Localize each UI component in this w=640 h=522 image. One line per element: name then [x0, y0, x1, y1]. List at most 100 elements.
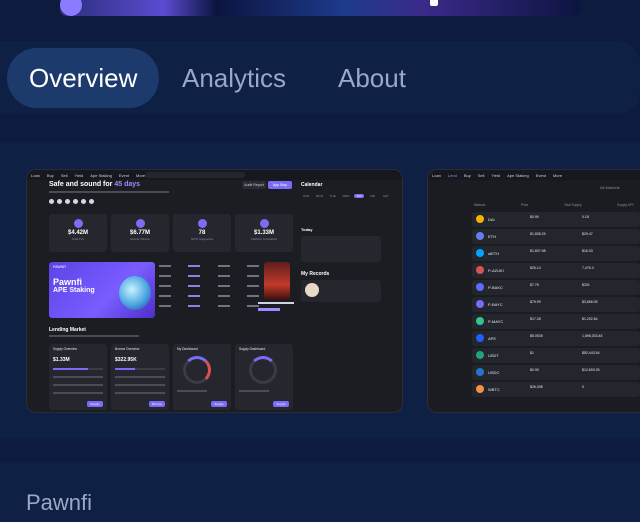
ape-illustration-icon — [119, 276, 151, 310]
stat-value: 78 — [198, 230, 206, 236]
screenshot-markets[interactable]: Loan Lend Buy Sell Yield Ape Staking Eve… — [427, 169, 640, 413]
discord-icon — [57, 199, 62, 204]
project-name: Pawnfi — [26, 490, 93, 515]
coin-icon — [476, 232, 484, 240]
stat-icon — [197, 219, 207, 228]
calendar-day: FRI — [370, 194, 375, 198]
nft-meta — [258, 302, 294, 304]
table-row: stETH $1,837.98 $16.33 — [472, 246, 640, 261]
mini-nav-item: Buy — [46, 172, 54, 178]
calendar-title: Calendar — [301, 182, 323, 188]
stat-card: $6.77M Assets Volume — [111, 214, 169, 252]
lending-card: Borrow Overview $322.95K Borrow — [111, 344, 169, 410]
stat-value: $6.77M — [129, 230, 150, 236]
all-markets-label: All Markets — [600, 185, 620, 190]
stat-label: Platform Circulation — [250, 237, 278, 241]
market-price: $1,838.25 — [530, 232, 546, 236]
tab-about[interactable]: About — [316, 48, 428, 108]
mini-nav-item: Ape Staking — [90, 172, 112, 178]
market-supply: $16.33 — [582, 249, 593, 253]
market-price: $0.99 — [530, 368, 539, 372]
market-price: $17.28 — [530, 317, 541, 321]
coin-icon — [476, 317, 484, 325]
market-symbol: stETH — [488, 251, 500, 256]
markets-table-header: Markets Price Total Supply Supply APY — [474, 203, 634, 207]
column-header: Total Supply — [564, 203, 582, 207]
nft-thumbnail — [264, 262, 290, 300]
market-supply: $1,202.84 — [582, 317, 598, 321]
lending-card: Supply Overview $1.33M Supply — [49, 344, 107, 410]
tab-overview[interactable]: Overview — [7, 48, 160, 108]
calendar-day: SUN — [302, 194, 310, 198]
market-supply: $201 — [582, 283, 590, 287]
market-price: $7.78 — [530, 283, 539, 287]
mini-nav-item: Yield — [74, 172, 84, 178]
mini-nav-item: Sell — [477, 172, 485, 178]
mini-nav-item: Loan — [432, 172, 441, 178]
lending-card: Supply Dashboard Supply — [235, 344, 293, 410]
coin-icon — [476, 283, 484, 291]
market-price: $1,837.98 — [530, 249, 546, 253]
lending-row — [53, 392, 103, 394]
social-icons — [49, 199, 94, 204]
market-supply: $12,899.35 — [582, 368, 600, 372]
tab-bar: Overview Analytics About — [0, 41, 640, 114]
market-symbol: P-MAYC — [488, 319, 504, 324]
ape-staking-banner: PAWNFI Pawnfi APE Staking — [49, 262, 155, 318]
mini-nav-item: Event — [535, 172, 546, 178]
column-header: Price — [521, 203, 529, 207]
stat-icon — [259, 219, 269, 228]
stat-icon — [73, 219, 83, 228]
stat-label: Total TVL — [71, 237, 85, 241]
record-avatar — [305, 283, 319, 297]
lending-row — [115, 392, 165, 394]
market-supply: 0.18 — [582, 215, 589, 219]
market-supply: 0 — [582, 385, 584, 389]
headline-days: 45 days — [114, 181, 141, 188]
banner-brand: PAWNFI — [53, 265, 67, 269]
market-ticker-row — [159, 284, 259, 289]
coin-icon — [476, 215, 484, 223]
market-supply: $3,666.05 — [582, 300, 598, 304]
coin-icon — [476, 368, 484, 376]
stat-card: $1.33M Platform Circulation — [235, 214, 293, 252]
market-ticker-row — [159, 294, 259, 299]
market-ticker-row — [159, 264, 259, 269]
stat-card: 78 NFTs Supported — [173, 214, 231, 252]
tab-analytics[interactable]: Analytics — [160, 48, 308, 108]
coin-icon — [476, 334, 484, 342]
table-row: USDC $0.99 $12,899.35 — [472, 365, 640, 380]
records-title: My Records — [301, 271, 330, 277]
calendar-day: MON — [315, 194, 323, 198]
coin-icon — [476, 300, 484, 308]
market-ticker-row — [159, 304, 259, 309]
github-icon — [89, 199, 94, 204]
mini-nav-item: Event — [118, 172, 130, 178]
market-price: $26.14 — [530, 266, 541, 270]
mini-search — [145, 172, 245, 178]
market-symbol: ETH — [488, 234, 496, 239]
market-supply: $52,443.54 — [582, 351, 600, 355]
twitter-icon — [49, 199, 54, 204]
record-card — [301, 280, 381, 302]
table-row: APE $5.0535 1,896,033.45 — [472, 331, 640, 346]
lending-row — [115, 376, 165, 378]
coin-icon — [476, 385, 484, 393]
column-header: Supply APY — [617, 203, 634, 207]
lending-card-title: Supply Overview — [53, 347, 77, 351]
audit-report-button: Audit Report — [242, 181, 266, 189]
stat-value: $1.33M — [253, 230, 274, 236]
market-symbol: P-BAYC — [488, 302, 503, 307]
screenshot-dashboard[interactable]: Loan Buy Sell Yield Ape Staking Event Mo… — [26, 169, 403, 413]
lending-progress — [115, 368, 165, 370]
stat-card: $4.42M Total TVL — [49, 214, 107, 252]
market-symbol: P-BAKC — [488, 285, 503, 290]
screenshot-gallery[interactable]: Loan Buy Sell Yield Ape Staking Event Mo… — [0, 142, 640, 438]
lending-row — [177, 390, 207, 392]
project-title-strip: Pawnfi — [0, 462, 640, 522]
lending-card-title: My Dashboard — [177, 347, 198, 351]
table-row: P-BAYC $79.99 $3,666.05 — [472, 297, 640, 312]
market-price: $79.99 — [530, 300, 541, 304]
market-symbol: DAI — [488, 217, 495, 222]
mini-nav: Loan Lend Buy Sell Yield Ape Staking Eve… — [428, 170, 640, 180]
